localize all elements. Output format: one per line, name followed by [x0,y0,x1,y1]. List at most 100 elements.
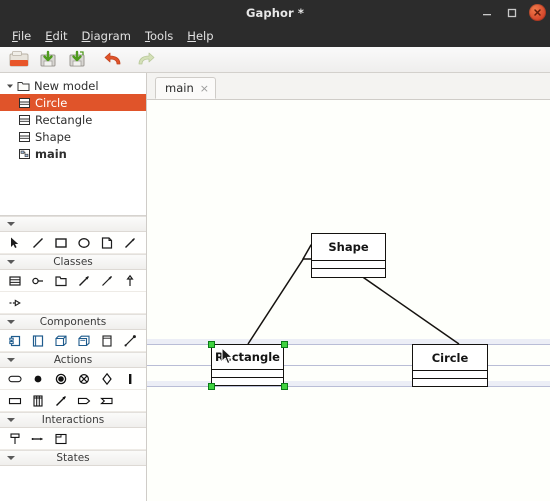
ellipse-tool-icon[interactable] [72,232,95,253]
new-file-icon[interactable] [6,48,32,72]
flow-final-node-tool-icon[interactable] [72,368,95,389]
initial-node-tool-icon[interactable] [26,368,49,389]
decision-node-tool-icon[interactable] [95,368,118,389]
component-tool-icon[interactable] [3,330,26,351]
lifeline-tool-icon[interactable] [3,428,26,449]
mouse-pointer [221,347,233,365]
uml-class-circle[interactable]: Circle [412,344,488,387]
menu-file[interactable]: File [5,28,38,44]
palette-row [0,232,146,254]
accept-event-tool-icon[interactable] [95,390,118,411]
palette-section-header-states[interactable]: States [0,450,146,466]
generalization-tool-icon[interactable] [118,270,141,291]
palette-section-header-actions[interactable]: Actions [0,352,146,368]
selection-handle-bottom-right[interactable] [281,383,288,390]
window-title: Gaphor * [245,5,304,20]
palette-section-title: Classes [53,256,93,268]
palette-row [0,330,146,352]
comment-tool-icon[interactable] [95,232,118,253]
uml-operations-compartment [413,378,487,385]
control-flow-tool-icon[interactable] [49,390,72,411]
menu-diagram[interactable]: Diagram [75,28,138,44]
package-tool-icon[interactable] [49,270,72,291]
box-tool-icon[interactable] [49,232,72,253]
node-tool-icon[interactable] [49,330,72,351]
pointer-tool-icon[interactable] [3,232,26,253]
chevron-down-icon [7,358,15,362]
uml-operations-compartment [212,377,283,384]
relationship-layer [247,244,460,345]
selection-handle-top-right[interactable] [281,341,288,348]
implementation-tool-icon[interactable] [3,292,26,313]
action-tool-icon[interactable] [3,368,26,389]
undo-icon[interactable] [102,48,128,72]
palette-section-header-interactions[interactable]: Interactions [0,412,146,428]
artifact-tool-icon[interactable] [26,330,49,351]
expand-arrow-icon[interactable] [4,82,16,90]
palette-section-title: States [56,452,90,464]
minimize-icon[interactable] [479,5,495,21]
model-tree[interactable]: New model Circle Rectangle Shape main [0,73,146,216]
save-icon[interactable] [35,48,61,72]
tree-item-label: Rectangle [35,112,93,127]
message-tool-icon[interactable] [26,428,49,449]
association-tool-icon[interactable] [72,270,95,291]
tree-item-shape[interactable]: Shape [0,128,146,145]
palette-row [0,428,146,450]
palette-section-header-general[interactable] [0,216,146,232]
redo-icon[interactable] [131,48,157,72]
tree-item-circle[interactable]: Circle [0,94,146,111]
tab-close-icon[interactable]: × [200,83,209,94]
interaction-tool-icon[interactable] [49,428,72,449]
dependency-tool-icon[interactable] [95,270,118,291]
object-node-tool-icon[interactable] [3,390,26,411]
palette-section-header-classes[interactable]: Classes [0,254,146,270]
left-pane: New model Circle Rectangle Shape main Cl… [0,73,147,501]
save-as-icon[interactable] [64,48,90,72]
folder-icon [16,79,31,92]
selection-handle-top-left[interactable] [208,341,215,348]
uml-attributes-compartment [212,369,283,377]
menu-help[interactable]: Help [180,28,220,44]
send-signal-tool-icon[interactable] [72,390,95,411]
class-icon [17,113,32,126]
menu-bar: File Edit Diagram Tools Help [0,25,550,47]
generalization-line-rectangle-shape [247,252,309,345]
tree-item-new-model[interactable]: New model [0,77,146,94]
maximize-icon[interactable] [504,5,520,21]
selection-handle-bottom-left[interactable] [208,383,215,390]
close-icon[interactable] [529,4,546,21]
tree-item-rectangle[interactable]: Rectangle [0,111,146,128]
class-tool-icon[interactable] [3,270,26,291]
comment-line-tool-icon[interactable] [118,232,141,253]
menu-tools[interactable]: Tools [138,28,180,44]
diagram-canvas[interactable]: Shape Rectangle Circle [147,100,550,501]
chevron-down-icon [7,320,15,324]
center-align-guide [147,365,550,366]
tree-item-main[interactable]: main [0,145,146,162]
uml-attributes-compartment [413,370,487,378]
tab-label: main [165,81,194,95]
class-icon [17,96,32,109]
palette-section-title: Components [39,316,107,328]
diagram-icon [17,147,32,160]
line-tool-icon[interactable] [26,232,49,253]
subsystem-tool-icon[interactable] [95,330,118,351]
connector-tool-icon[interactable] [118,330,141,351]
gaphor-application-window: Gaphor * File Edit Diagram Tools Help Ne… [0,0,550,501]
palette-section-header-components[interactable]: Components [0,314,146,330]
tab-strip: main × [147,73,550,100]
activity-final-node-tool-icon[interactable] [49,368,72,389]
tab-main[interactable]: main × [155,77,216,99]
tree-item-label: main [35,146,67,161]
partition-tool-icon[interactable] [26,390,49,411]
uml-class-name: Circle [431,350,469,365]
uml-class-shape[interactable]: Shape [311,233,386,278]
interface-tool-icon[interactable] [26,270,49,291]
fork-node-tool-icon[interactable] [118,368,141,389]
menu-edit[interactable]: Edit [38,28,74,44]
device-tool-icon[interactable] [72,330,95,351]
tree-item-label: Circle [35,95,68,110]
chevron-down-icon [7,260,15,264]
tool-palette: Classes Components Actions Interactions … [0,216,146,466]
